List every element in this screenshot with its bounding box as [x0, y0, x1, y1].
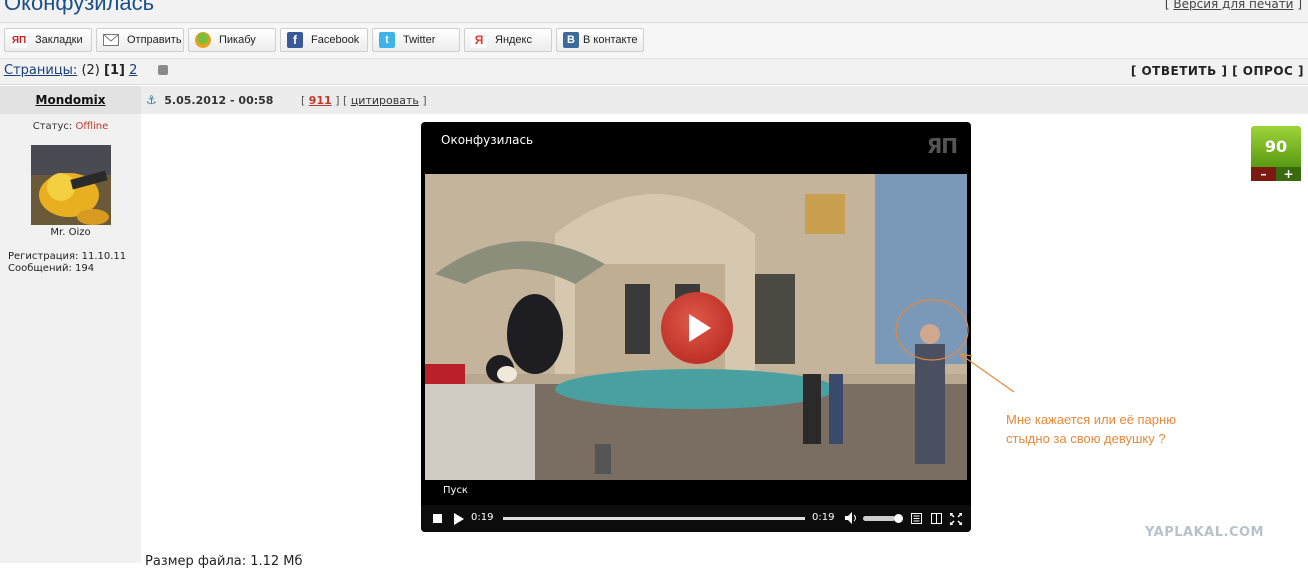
print-bracket-open: [: [1164, 0, 1170, 11]
reply-actions: [ ОТВЕТИТЬ ] [ ОПРОС ]: [1131, 64, 1304, 78]
volume-slider[interactable]: [863, 514, 903, 523]
print-bracket-close: ]: [1297, 0, 1302, 11]
post-header: Mondomix ⚓ 5.05.2012 - 00:58 [ 911 ] [ ц…: [0, 86, 1308, 114]
send-button[interactable]: Отправить: [96, 28, 184, 52]
title-bar: Оконфузилась [ Версия для печати ]: [0, 0, 1308, 23]
time-total: 0:19: [812, 512, 835, 523]
pikabu-label: Пикабу: [219, 34, 256, 46]
video-title: Оконфузилась: [441, 133, 534, 147]
facebook-icon: f: [287, 32, 303, 48]
print-version: [ Версия для печати ]: [1165, 0, 1302, 11]
post-number-bracket: [: [300, 94, 306, 107]
user-title: Mr. Oizo: [50, 227, 91, 238]
bookmarks-label: Закладки: [35, 34, 83, 46]
post-number-link[interactable]: 911: [309, 94, 332, 107]
author-name[interactable]: Mondomix: [0, 93, 141, 107]
poll-button[interactable]: [ ОПРОС ]: [1232, 64, 1304, 78]
avatar-image: [31, 145, 111, 225]
play-icon: [689, 314, 711, 342]
envelope-icon: [103, 32, 119, 48]
share-bar: ЯП Закладки Отправить Пикабу f Facebook …: [0, 23, 1308, 59]
fullscreen-icon[interactable]: [950, 513, 962, 525]
print-version-link[interactable]: Версия для печати: [1173, 0, 1293, 11]
pages-dropdown-icon[interactable]: [157, 65, 168, 75]
vk-icon: B: [563, 32, 579, 48]
anchor-icon[interactable]: ⚓: [146, 93, 157, 107]
yap-logo: ЯП: [926, 134, 958, 158]
volume-knob[interactable]: [894, 514, 903, 523]
avatar[interactable]: [31, 145, 111, 225]
vkontakte-label: В контакте: [583, 34, 638, 46]
annotation-text: Мне кажается или её парню стыдно за свою…: [1006, 410, 1206, 448]
post-meta: ⚓ 5.05.2012 - 00:58 [ 911 ] [ цитировать…: [146, 93, 427, 107]
post-rating: 90 – +: [1251, 126, 1301, 182]
watermark: YAPLAKAL.COM: [1145, 525, 1264, 540]
pages-label-link[interactable]: Страницы:: [4, 63, 77, 78]
rating-minus-button[interactable]: –: [1251, 167, 1276, 181]
quote-bracket-open: ] [: [335, 94, 348, 107]
send-label: Отправить: [127, 34, 182, 46]
author-cell: Mondomix: [0, 86, 141, 114]
page-2-link[interactable]: 2: [129, 63, 137, 78]
pip-icon[interactable]: [931, 513, 942, 524]
quote-bracket-close: ]: [422, 94, 427, 107]
message-count: Сообщений: 194: [8, 263, 95, 274]
play-overlay-button[interactable]: [661, 292, 733, 364]
annotation-line-2: стыдно за свою девушку ?: [1006, 431, 1166, 446]
quote-link[interactable]: цитировать: [351, 94, 419, 107]
annotation-line-1: Мне кажается или её парню: [1006, 412, 1176, 427]
author-sidebar: Статус: Offline Mr. Oizo Регистрация: 11…: [0, 114, 141, 563]
post-date: 5.05.2012 - 00:58: [164, 94, 274, 107]
time-elapsed: 0:19: [471, 512, 494, 523]
page-title: Оконфузилась: [4, 0, 155, 15]
playlist-icon[interactable]: [911, 513, 922, 524]
facebook-label: Facebook: [311, 34, 360, 46]
yandex-icon: Я: [471, 32, 487, 48]
rating-plus-button[interactable]: +: [1276, 167, 1301, 181]
facebook-button[interactable]: f Facebook: [280, 28, 368, 52]
reply-button[interactable]: [ ОТВЕТИТЬ ]: [1131, 64, 1228, 78]
start-label: Пуск: [443, 485, 468, 496]
progress-bar[interactable]: [503, 517, 805, 520]
twitter-label: Twitter: [403, 34, 436, 46]
bookmarks-button[interactable]: ЯП Закладки: [4, 28, 92, 52]
play-small-icon[interactable]: [453, 513, 464, 525]
progress-fill: [503, 517, 805, 520]
yandex-label: Яндекс: [495, 34, 532, 46]
author-stats: Регистрация: 11.10.11 Сообщений: 194: [8, 251, 126, 275]
current-page: [1]: [104, 63, 125, 78]
stop-icon[interactable]: [433, 514, 442, 523]
author-status: Статус: Offline: [0, 121, 141, 132]
registration-date: Регистрация: 11.10.11: [8, 251, 127, 262]
pagination: Страницы: (2) [1] 2: [4, 63, 168, 78]
pikabu-icon: [195, 32, 211, 48]
vkontakte-button[interactable]: B В контакте: [556, 28, 644, 52]
pagination-row: Страницы: (2) [1] 2 [ ОТВЕТИТЬ ] [ ОПРОС…: [0, 59, 1308, 85]
twitter-icon: t: [379, 32, 395, 48]
yandex-button[interactable]: Я Яндекс: [464, 28, 552, 52]
twitter-button[interactable]: t Twitter: [372, 28, 460, 52]
volume-fill: [863, 516, 895, 521]
yap-icon: ЯП: [11, 32, 27, 48]
volume-icon[interactable]: [845, 512, 857, 524]
rating-value: 90: [1251, 126, 1301, 167]
status-value: Offline: [75, 121, 109, 132]
status-label: Статус:: [32, 121, 73, 132]
file-size: Размер файла: 1.12 Мб: [145, 554, 303, 569]
pikabu-button[interactable]: Пикабу: [188, 28, 276, 52]
annotation-drawing: [895, 299, 1015, 393]
pages-total: (2): [81, 63, 100, 78]
player-controls: 0:19 0:19: [421, 505, 971, 532]
